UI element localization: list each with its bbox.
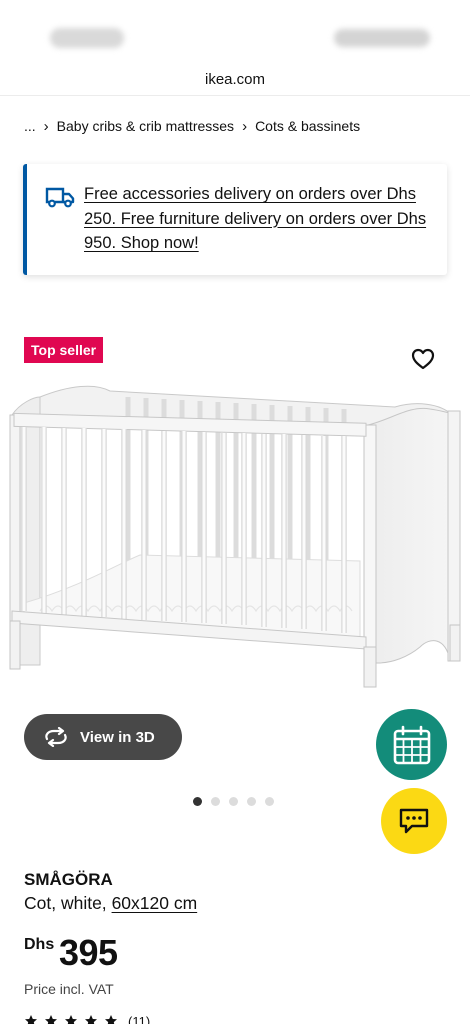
browser-url-bar[interactable]: ikea.com (0, 64, 470, 96)
status-bar (0, 0, 470, 62)
chevron-right-icon: › (43, 117, 49, 135)
breadcrumb-item-baby-cribs[interactable]: Baby cribs & crib mattresses (57, 118, 234, 134)
star-icon (45, 1015, 57, 1024)
price-note: Price incl. VAT (24, 981, 114, 997)
view-in-3d-button[interactable]: View in 3D (24, 714, 182, 760)
product-description: Cot, white, 60x120 cm (24, 893, 197, 914)
star-icon (65, 1015, 77, 1024)
chat-icon (399, 808, 429, 834)
price-currency: Dhs (24, 936, 55, 953)
product-name: SMÅGÖRA (24, 870, 113, 889)
delivery-banner[interactable]: Free accessories delivery on orders over… (23, 164, 447, 275)
rating-count: (11) (128, 1013, 151, 1024)
breadcrumb-ellipsis[interactable]: ... (24, 118, 36, 134)
status-time-blurred (50, 28, 124, 48)
view-in-3d-label: View in 3D (80, 728, 155, 746)
star-icon (105, 1015, 117, 1024)
chevron-right-icon: › (242, 117, 248, 135)
gallery-dot[interactable] (211, 797, 220, 806)
price-value: 395 (59, 932, 118, 973)
top-seller-badge: Top seller (24, 337, 104, 363)
rotate-3d-icon (45, 727, 67, 747)
gallery-dot[interactable] (229, 797, 238, 806)
product-size-link[interactable]: 60x120 cm (112, 893, 198, 913)
breadcrumb-item-cots-bassinets[interactable]: Cots & bassinets (255, 118, 360, 134)
product-type: Cot, white, (24, 893, 107, 913)
breadcrumb: ... › Baby cribs & crib mattresses › Cot… (24, 114, 360, 138)
gallery-dot[interactable] (193, 797, 202, 806)
product-image-cot[interactable] (0, 375, 470, 715)
delivery-banner-link[interactable]: Free accessories delivery on orders over… (84, 182, 439, 256)
gallery-dot[interactable] (247, 797, 256, 806)
calendar-button[interactable] (376, 709, 447, 780)
gallery-pagination-dots (193, 797, 274, 807)
star-icon (85, 1015, 97, 1024)
chat-button[interactable] (381, 788, 447, 854)
gallery-dot[interactable] (265, 797, 274, 806)
delivery-truck-icon (45, 187, 75, 208)
product-rating[interactable]: (11) (24, 1014, 150, 1024)
heart-icon[interactable] (410, 346, 436, 372)
status-icons-blurred (334, 29, 430, 47)
star-icon (25, 1015, 37, 1024)
calendar-icon (393, 725, 430, 764)
